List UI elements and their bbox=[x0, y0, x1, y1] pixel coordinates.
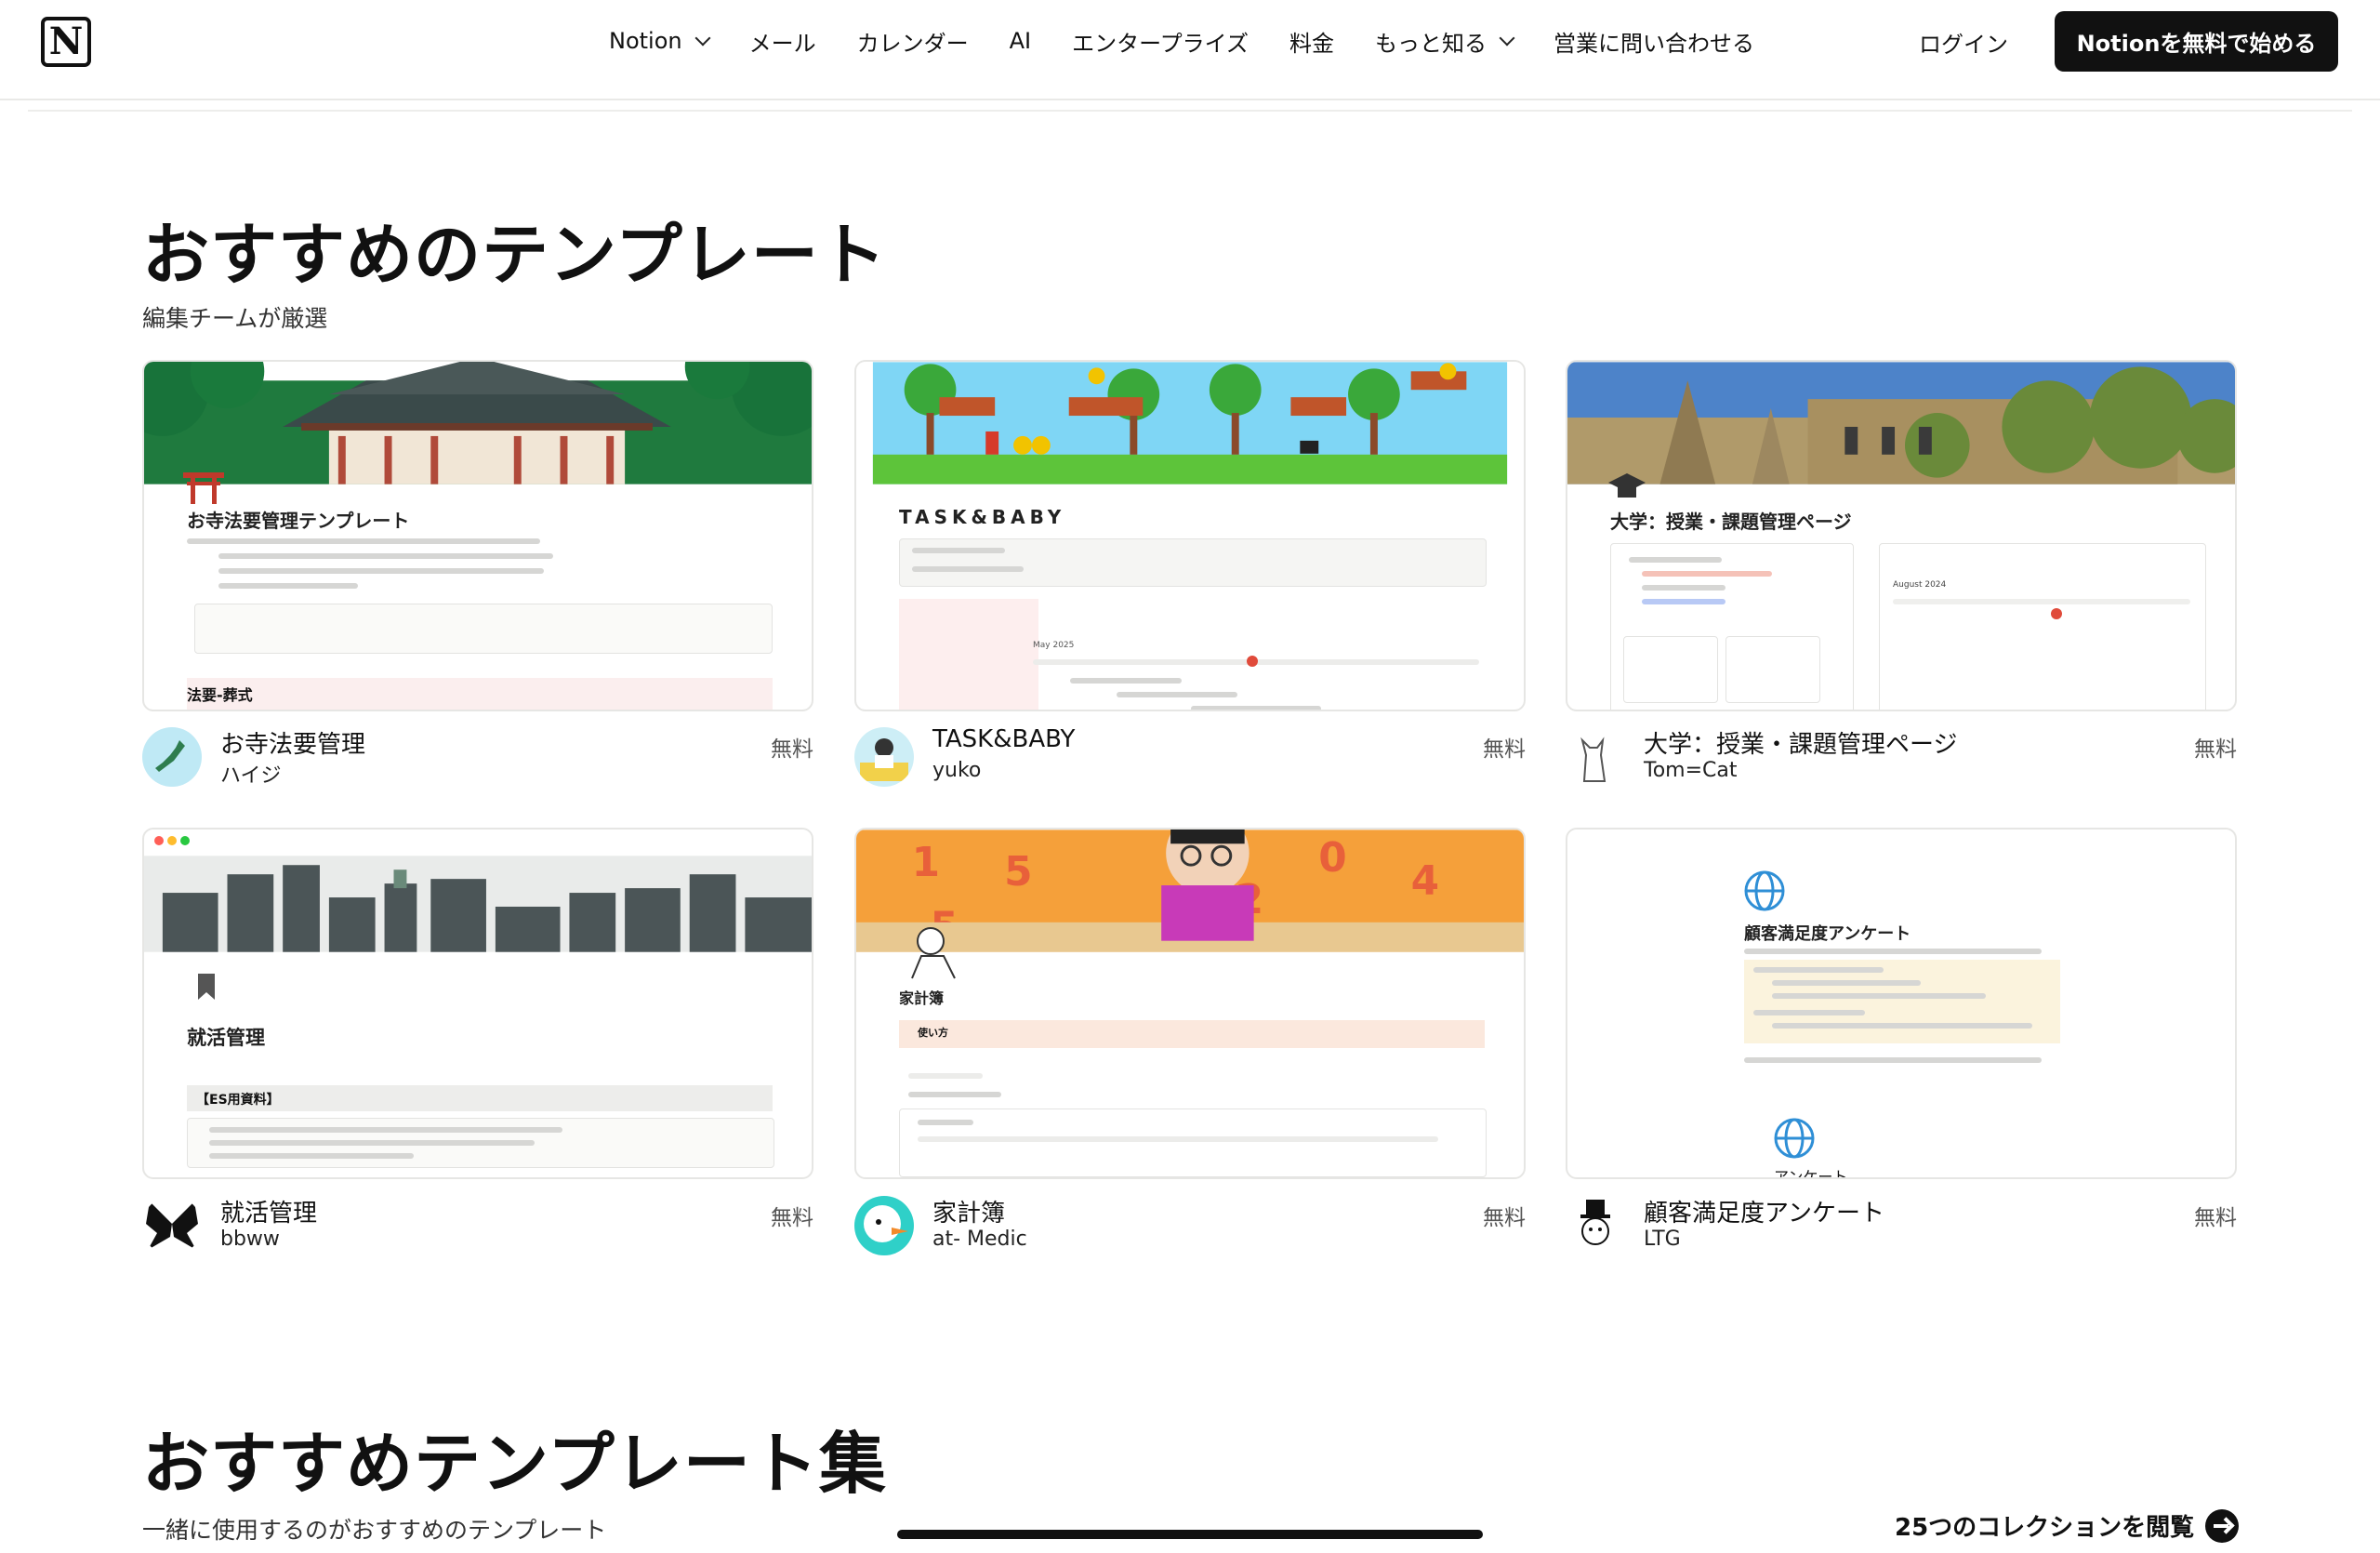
preview-sidebar bbox=[899, 599, 1038, 710]
nav-item-learn-more[interactable]: もっと知る bbox=[1375, 25, 1515, 58]
template-meta: TASK&BABY yuko 無料 bbox=[854, 725, 1526, 790]
template-card-job-hunting[interactable]: 就活管理 【ES用資料】 bbox=[142, 828, 813, 1179]
template-meta: 就活管理 bbww 無料 bbox=[142, 1194, 813, 1259]
torii-icon bbox=[183, 472, 224, 504]
nav-item-contact-sales[interactable]: 営業に問い合わせる bbox=[1554, 25, 1754, 58]
browse-collections-link[interactable]: 25つのコレクションを閲覧 bbox=[1895, 1508, 2240, 1543]
collections-title: おすすめテンプレート集 bbox=[142, 1425, 887, 1503]
price-badge: 無料 bbox=[2194, 737, 2237, 762]
author-avatar[interactable] bbox=[854, 1196, 914, 1255]
preview-section-label: アンケート bbox=[1774, 1168, 1848, 1179]
nav-item-notion[interactable]: Notion bbox=[609, 28, 711, 54]
top-nav: N Notion メール カレンダー AI エンタープライズ 料金 もっと知る … bbox=[0, 0, 2380, 100]
svg-text:4: 4 bbox=[1411, 857, 1439, 905]
preview-section-label: May 2025 bbox=[1033, 641, 1075, 650]
preview-title: 大学：授業・課題管理ページ bbox=[1610, 511, 1852, 533]
nav-item-mail[interactable]: メール bbox=[749, 25, 816, 58]
chevron-down-icon bbox=[694, 30, 711, 46]
template-card-temple[interactable]: お寺法要管理テンプレート 法要-葬式 bbox=[142, 360, 813, 711]
template-name[interactable]: お寺法要管理 bbox=[220, 725, 365, 760]
template-card-household-budget[interactable]: 155042 家計簿 使い方 bbox=[854, 828, 1526, 1179]
template-author[interactable]: LTG bbox=[1644, 1228, 1681, 1251]
template-author[interactable]: bbww bbox=[220, 1228, 280, 1251]
start-free-button[interactable]: Notionを無料で始める bbox=[2055, 11, 2338, 72]
pixel-game-banner-image bbox=[856, 362, 1524, 484]
price-badge: 無料 bbox=[771, 1206, 813, 1230]
preview-title: 就活管理 bbox=[187, 1027, 265, 1049]
price-badge: 無料 bbox=[771, 737, 813, 762]
nav-item-calendar[interactable]: カレンダー bbox=[857, 25, 969, 58]
template-name[interactable]: 大学：授業・課題管理ページ bbox=[1644, 725, 1957, 760]
preview-title: 顧客満足度アンケート bbox=[1744, 924, 1911, 944]
author-avatar[interactable] bbox=[854, 727, 914, 787]
template-name[interactable]: 家計簿 bbox=[932, 1194, 1005, 1228]
preview-section-label: 法要-葬式 bbox=[187, 686, 253, 704]
template-card-task-baby[interactable]: TASK&BABY May 2025 bbox=[854, 360, 1526, 711]
preview-section-label: 【ES用資料】 bbox=[196, 1093, 280, 1108]
graduation-cap-icon bbox=[1608, 473, 1646, 498]
nav-menu: Notion メール カレンダー AI エンタープライズ 料金 もっと知る 営業… bbox=[609, 0, 1795, 82]
template-name[interactable]: 就活管理 bbox=[220, 1194, 317, 1228]
globe-icon bbox=[1744, 870, 1785, 911]
browse-label: 25つのコレクションを閲覧 bbox=[1895, 1514, 2195, 1542]
template-meta: お寺法要管理 ハイジ 無料 bbox=[142, 725, 813, 790]
price-badge: 無料 bbox=[1483, 737, 1526, 762]
globe-icon bbox=[1774, 1118, 1815, 1159]
divider bbox=[28, 110, 2352, 112]
price-badge: 無料 bbox=[2194, 1206, 2237, 1230]
preview-section-label: 使い方 bbox=[918, 1027, 948, 1039]
nav-item-enterprise[interactable]: エンタープライズ bbox=[1072, 25, 1249, 58]
template-meta: 顧客満足度アンケート LTG 無料 bbox=[1566, 1194, 2237, 1259]
bookmark-icon bbox=[198, 974, 215, 1000]
illustration-icon bbox=[911, 927, 956, 979]
template-meta: 大学：授業・課題管理ページ Tom=Cat 無料 bbox=[1566, 725, 2237, 790]
price-badge: 無料 bbox=[1483, 1206, 1526, 1230]
preview-title: 家計簿 bbox=[899, 989, 945, 1007]
template-author[interactable]: yuko bbox=[932, 759, 981, 782]
preview-section-band bbox=[187, 678, 773, 710]
preview-title: TASK&BABY bbox=[899, 506, 1066, 528]
svg-text:0: 0 bbox=[1318, 834, 1346, 882]
nav-item-pricing[interactable]: 料金 bbox=[1289, 25, 1334, 58]
template-meta: 家計簿 at- Medic 無料 bbox=[854, 1194, 1526, 1259]
svg-text:1: 1 bbox=[912, 839, 940, 886]
notion-logo[interactable]: N bbox=[41, 17, 91, 67]
collections-subtitle: 一緒に使用するのがおすすめのテンプレート bbox=[142, 1517, 607, 1544]
preview-title: お寺法要管理テンプレート bbox=[187, 510, 410, 532]
template-name[interactable]: 顧客満足度アンケート bbox=[1644, 1194, 1884, 1228]
section-subtitle: 編集チームが厳選 bbox=[142, 305, 328, 332]
horizontal-scrollbar[interactable] bbox=[897, 1530, 1483, 1539]
preview-section-label: August 2024 bbox=[1893, 580, 1947, 590]
chevron-down-icon bbox=[1499, 30, 1515, 46]
author-avatar[interactable] bbox=[142, 1196, 202, 1255]
author-avatar[interactable] bbox=[1566, 727, 1625, 787]
svg-text:5: 5 bbox=[1004, 848, 1032, 896]
template-author[interactable]: at- Medic bbox=[932, 1228, 1027, 1251]
template-name[interactable]: TASK&BABY bbox=[932, 725, 1075, 753]
temple-banner-image bbox=[144, 362, 812, 484]
section-title: おすすめのテンプレート bbox=[142, 216, 887, 294]
template-card-customer-survey[interactable]: 顧客満足度アンケート アンケート bbox=[1566, 828, 2237, 1179]
template-author[interactable]: ハイジ bbox=[220, 759, 282, 789]
author-avatar[interactable] bbox=[142, 727, 202, 787]
template-author[interactable]: Tom=Cat bbox=[1644, 759, 1738, 782]
city-skyline-image bbox=[144, 856, 812, 952]
window-controls bbox=[154, 836, 190, 845]
arrow-right-icon bbox=[2205, 1508, 2240, 1543]
login-link[interactable]: ログイン bbox=[1919, 26, 2008, 59]
author-avatar[interactable] bbox=[1566, 1196, 1625, 1255]
nav-item-ai[interactable]: AI bbox=[1010, 28, 1032, 54]
template-card-university[interactable]: 大学：授業・課題管理ページ August 2024 bbox=[1566, 360, 2237, 711]
university-banner-image bbox=[1567, 362, 2235, 484]
